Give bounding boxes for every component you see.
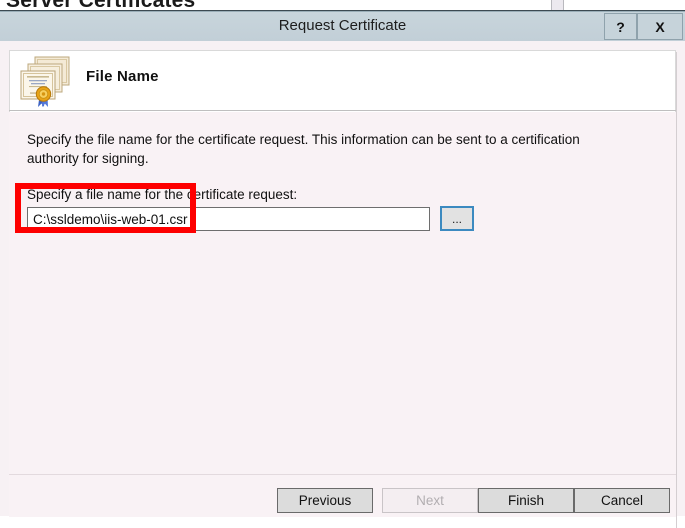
cancel-button[interactable]: Cancel (574, 488, 670, 513)
instruction-text: Specify the file name for the certificat… (27, 132, 580, 166)
browse-button[interactable]: ... (440, 206, 474, 231)
dialog-titlebar: Request Certificate ? X (0, 12, 685, 41)
dialog-title: Request Certificate (278, 17, 407, 34)
background-panel-nub (551, 0, 564, 10)
next-button: Next (382, 488, 478, 513)
dialog-right-edge (676, 52, 677, 528)
header-separator (9, 110, 676, 111)
dialog-body: Specify the file name for the certificat… (9, 112, 676, 474)
request-certificate-dialog: Request Certificate ? X File Name Specif… (0, 11, 685, 528)
close-icon[interactable]: X (637, 13, 683, 40)
filename-field-label: Specify a file name for the certificate … (27, 187, 298, 202)
finish-button[interactable]: Finish (478, 488, 574, 513)
dialog-footer: Previous Next Finish Cancel (9, 475, 676, 517)
filename-input[interactable] (27, 207, 430, 231)
certificate-stack-icon (17, 53, 75, 111)
previous-button[interactable]: Previous (277, 488, 373, 513)
dialog-header: File Name (9, 50, 676, 113)
help-icon[interactable]: ? (604, 13, 637, 40)
dialog-header-title: File Name (86, 68, 159, 85)
